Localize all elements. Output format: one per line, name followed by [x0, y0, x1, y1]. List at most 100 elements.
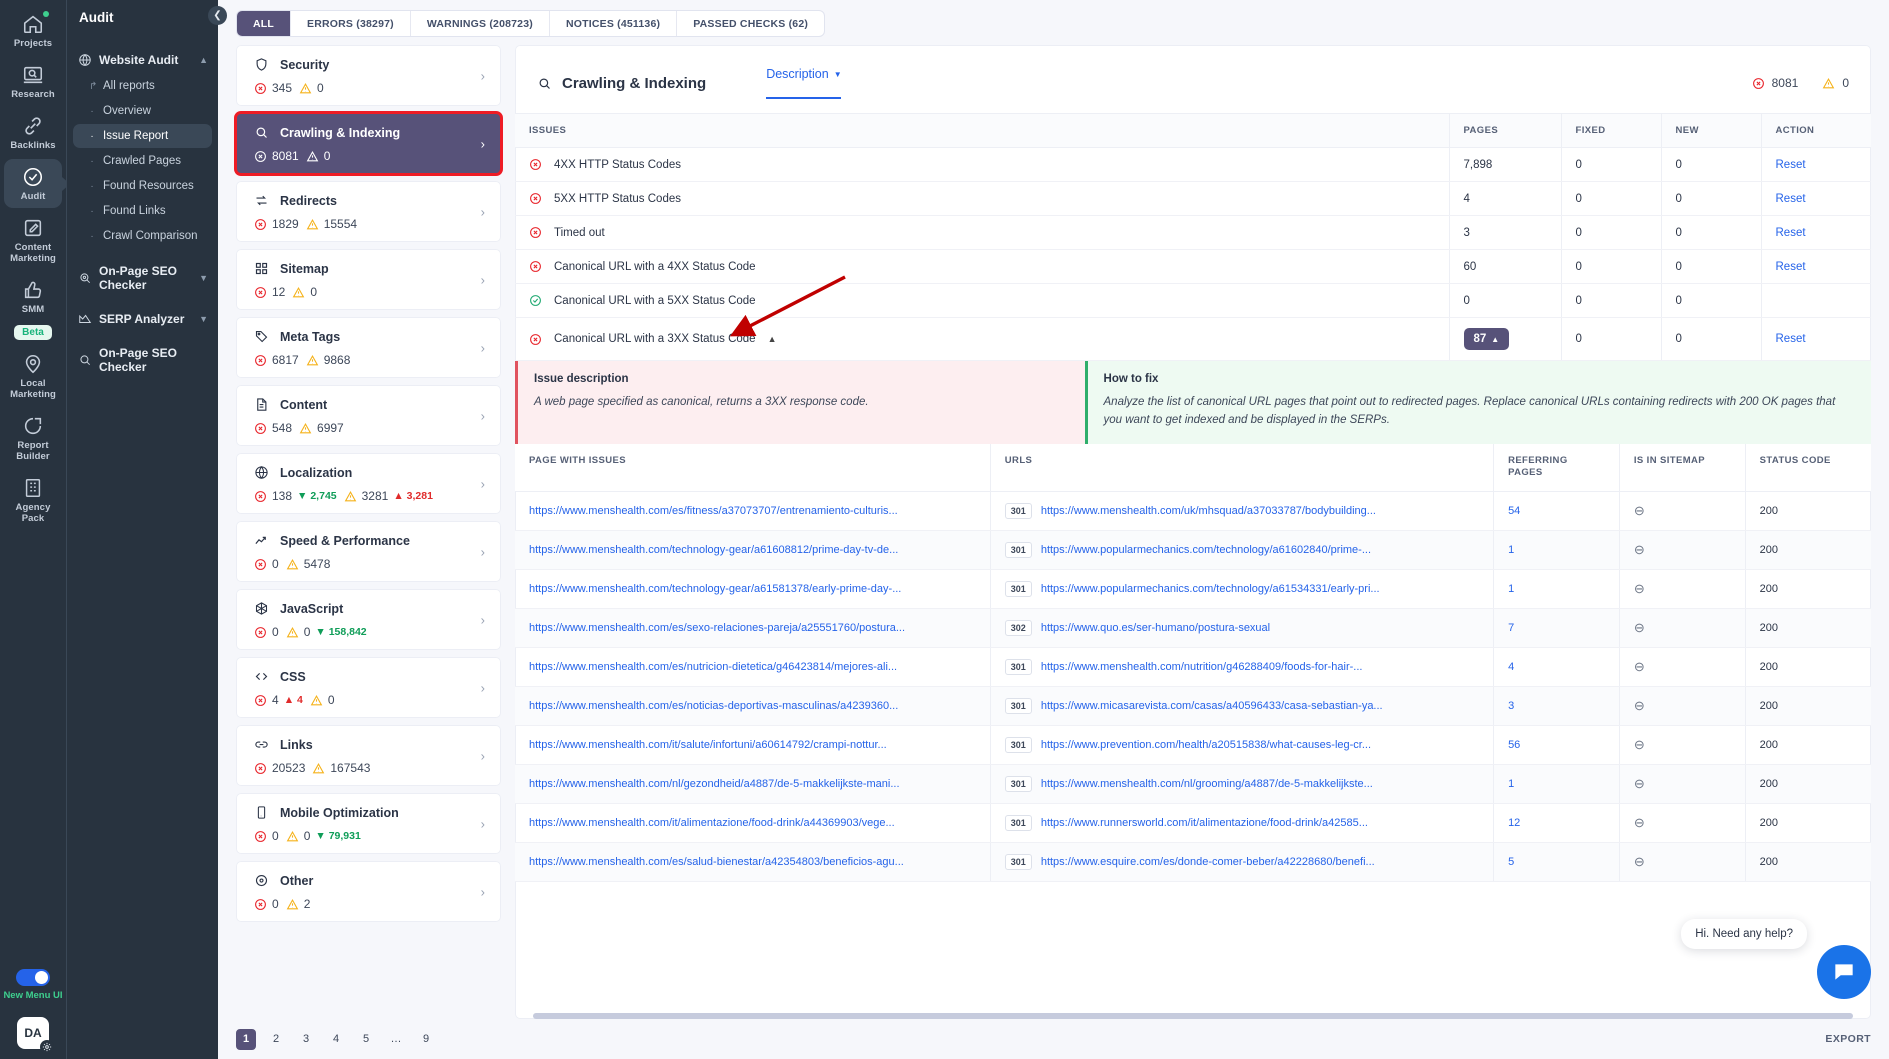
rail-item-local-marketing[interactable]: Local Marketing	[4, 346, 62, 406]
nav-group-header-on-page-seo-checker-2[interactable]: On-Page SEO Checker	[67, 340, 218, 380]
rail-item-report-builder[interactable]: Report Builder	[4, 408, 62, 468]
pages-count-badge[interactable]: 87 ▲	[1463, 328, 1510, 350]
target-url-link[interactable]: https://www.quo.es/ser-humano/postura-se…	[1041, 622, 1270, 634]
reset-button[interactable]: Reset	[1776, 193, 1806, 205]
reset-button[interactable]: Reset	[1776, 159, 1806, 171]
referring-pages-cell[interactable]: 1	[1493, 569, 1620, 610]
issue-action[interactable]: Reset	[1760, 181, 1871, 216]
category-card-crawling-indexing[interactable]: Crawling & Indexing 8081 0 ›	[234, 111, 503, 176]
reset-button[interactable]: Reset	[1776, 227, 1806, 239]
category-card-css[interactable]: CSS 4 ▲ 4 0 ›	[236, 657, 501, 718]
page-link[interactable]: https://www.menshealth.com/it/alimentazi…	[529, 817, 976, 829]
target-url-link[interactable]: https://www.micasarevista.com/casas/a405…	[1041, 700, 1383, 712]
reset-button[interactable]: Reset	[1776, 261, 1806, 273]
referring-pages-cell[interactable]: 56	[1493, 725, 1620, 766]
category-card-redirects[interactable]: Redirects 1829 15554 ›	[236, 181, 501, 242]
target-url-link[interactable]: https://www.popularmechanics.com/technol…	[1041, 583, 1380, 595]
page-link[interactable]: https://www.menshealth.com/es/nutricion-…	[529, 661, 976, 673]
issue-pages[interactable]: 87 ▲	[1448, 317, 1561, 361]
sidebar-item-found-links[interactable]: · Found Links	[73, 199, 212, 223]
tab-description[interactable]: Description ▼	[766, 67, 842, 99]
sidebar-item-all-reports[interactable]: ↱ All reports	[73, 74, 212, 98]
tab-errors[interactable]: ERRORS (38297)	[291, 11, 411, 36]
referring-pages-cell[interactable]: 1	[1493, 764, 1620, 805]
chevron-up-icon[interactable]: ▲	[768, 334, 777, 344]
issue-row[interactable]: 5XX HTTP Status Codes 4 0 0 Reset	[515, 181, 1871, 216]
table-row[interactable]: https://www.menshealth.com/es/sexo-relac…	[515, 608, 1871, 649]
referring-pages-cell[interactable]: 3	[1493, 686, 1620, 727]
sidebar-item-crawled-pages[interactable]: · Crawled Pages	[73, 149, 212, 173]
page-link[interactable]: https://www.menshealth.com/es/noticias-d…	[529, 700, 976, 712]
category-card-meta-tags[interactable]: Meta Tags 6817 9868 ›	[236, 317, 501, 378]
issue-row[interactable]: Timed out 3 0 0 Reset	[515, 215, 1871, 250]
issue-row[interactable]: Canonical URL with a 4XX Status Code 60 …	[515, 249, 1871, 284]
page-1[interactable]: 1	[236, 1028, 256, 1050]
sidebar-item-found-resources[interactable]: · Found Resources	[73, 174, 212, 198]
referring-pages-cell[interactable]: 4	[1493, 647, 1620, 688]
category-card-localization[interactable]: Localization 138 ▼ 2,745 3281 ▲ 3,281 ›	[236, 453, 501, 514]
category-card-security[interactable]: Security 345 0 ›	[236, 45, 501, 106]
issue-row[interactable]: Canonical URL with a 5XX Status Code 0 0…	[515, 283, 1871, 318]
table-row[interactable]: https://www.menshealth.com/nl/gezondheid…	[515, 764, 1871, 805]
page-link[interactable]: https://www.menshealth.com/technology-ge…	[529, 544, 976, 556]
page-2[interactable]: 2	[266, 1029, 286, 1050]
reset-button[interactable]: Reset	[1776, 333, 1806, 345]
sidebar-item-overview[interactable]: · Overview	[73, 99, 212, 123]
page-9[interactable]: 9	[416, 1029, 436, 1050]
tab-warnings[interactable]: WARNINGS (208723)	[411, 11, 550, 36]
gear-icon[interactable]	[40, 1040, 54, 1054]
rail-item-smm[interactable]: SMM	[4, 272, 62, 321]
target-url-link[interactable]: https://www.popularmechanics.com/technol…	[1041, 544, 1371, 556]
referring-pages-cell[interactable]: 7	[1493, 608, 1620, 649]
category-card-links[interactable]: Links 20523 167543 ›	[236, 725, 501, 786]
category-card-sitemap[interactable]: Sitemap 12 0 ›	[236, 249, 501, 310]
issue-row-expanded[interactable]: Canonical URL with a 3XX Status Code ▲ 87…	[515, 317, 1871, 361]
issue-row[interactable]: 4XX HTTP Status Codes 7,898 0 0 Reset	[515, 147, 1871, 182]
page-4[interactable]: 4	[326, 1029, 346, 1050]
rail-item-audit[interactable]: Audit	[4, 159, 62, 208]
nav-group-header-serp-analyzer[interactable]: SERP Analyzer ▼	[67, 306, 218, 332]
tab-passed-checks[interactable]: PASSED CHECKS (62)	[677, 11, 824, 36]
table-row[interactable]: https://www.menshealth.com/it/salute/inf…	[515, 725, 1871, 766]
rail-item-research[interactable]: Research	[4, 57, 62, 106]
avatar[interactable]: DA	[17, 1017, 54, 1054]
rail-item-backlinks[interactable]: Backlinks	[4, 108, 62, 157]
rail-item-content-marketing[interactable]: Content Marketing	[4, 210, 62, 270]
chat-bubble-button[interactable]	[1817, 945, 1871, 999]
referring-pages-cell[interactable]: 1	[1493, 530, 1620, 571]
category-card-other[interactable]: Other 0 2 ›	[236, 861, 501, 922]
category-card-javascript[interactable]: JavaScript 0 0 ▼ 158,842 ›	[236, 589, 501, 650]
issue-action[interactable]: Reset	[1760, 215, 1871, 250]
issue-action[interactable]: Reset	[1760, 147, 1871, 182]
table-row[interactable]: https://www.menshealth.com/it/alimentazi…	[515, 803, 1871, 844]
referring-pages-cell[interactable]: 12	[1493, 803, 1620, 844]
nav-group-header-on-page-seo-checker[interactable]: On-Page SEO Checker ▼	[67, 258, 218, 298]
tab-all[interactable]: ALL	[237, 11, 292, 36]
target-url-link[interactable]: https://www.menshealth.com/uk/mhsquad/a3…	[1041, 505, 1376, 517]
table-row[interactable]: https://www.menshealth.com/technology-ge…	[515, 530, 1871, 571]
page-link[interactable]: https://www.menshealth.com/it/salute/inf…	[529, 739, 976, 751]
rail-item-agency-pack[interactable]: Agency Pack	[4, 470, 62, 530]
page-link[interactable]: https://www.menshealth.com/nl/gezondheid…	[529, 778, 976, 790]
target-url-link[interactable]: https://www.esquire.com/es/donde-comer-b…	[1041, 856, 1375, 868]
tab-notices[interactable]: NOTICES (451136)	[550, 11, 678, 36]
page-3[interactable]: 3	[296, 1029, 316, 1050]
table-row[interactable]: https://www.menshealth.com/es/nutricion-…	[515, 647, 1871, 688]
issue-action[interactable]: Reset	[1760, 317, 1871, 361]
rail-item-projects[interactable]: Projects	[4, 6, 62, 55]
page-link[interactable]: https://www.menshealth.com/technology-ge…	[529, 583, 976, 595]
target-url-link[interactable]: https://www.menshealth.com/nl/grooming/a…	[1041, 778, 1373, 790]
target-url-link[interactable]: https://www.menshealth.com/nutrition/g46…	[1041, 661, 1363, 673]
table-row[interactable]: https://www.menshealth.com/es/salud-bien…	[515, 842, 1871, 883]
category-card-mobile-optimization[interactable]: Mobile Optimization 0 0 ▼ 79,931 ›	[236, 793, 501, 854]
category-card-content[interactable]: Content 548 6997 ›	[236, 385, 501, 446]
referring-pages-cell[interactable]: 54	[1493, 491, 1620, 532]
sidebar-item-crawl-comparison[interactable]: · Crawl Comparison	[73, 224, 212, 248]
export-button[interactable]: EXPORT	[1825, 1033, 1871, 1045]
page-link[interactable]: https://www.menshealth.com/es/fitness/a3…	[529, 505, 976, 517]
category-card-speed-performance[interactable]: Speed & Performance 0 5478 ›	[236, 521, 501, 582]
referring-pages-cell[interactable]: 5	[1493, 842, 1620, 883]
sidebar-item-issue-report[interactable]: · Issue Report	[73, 124, 212, 148]
new-menu-ui-toggle[interactable]	[16, 969, 50, 986]
target-url-link[interactable]: https://www.runnersworld.com/it/alimenta…	[1041, 817, 1368, 829]
